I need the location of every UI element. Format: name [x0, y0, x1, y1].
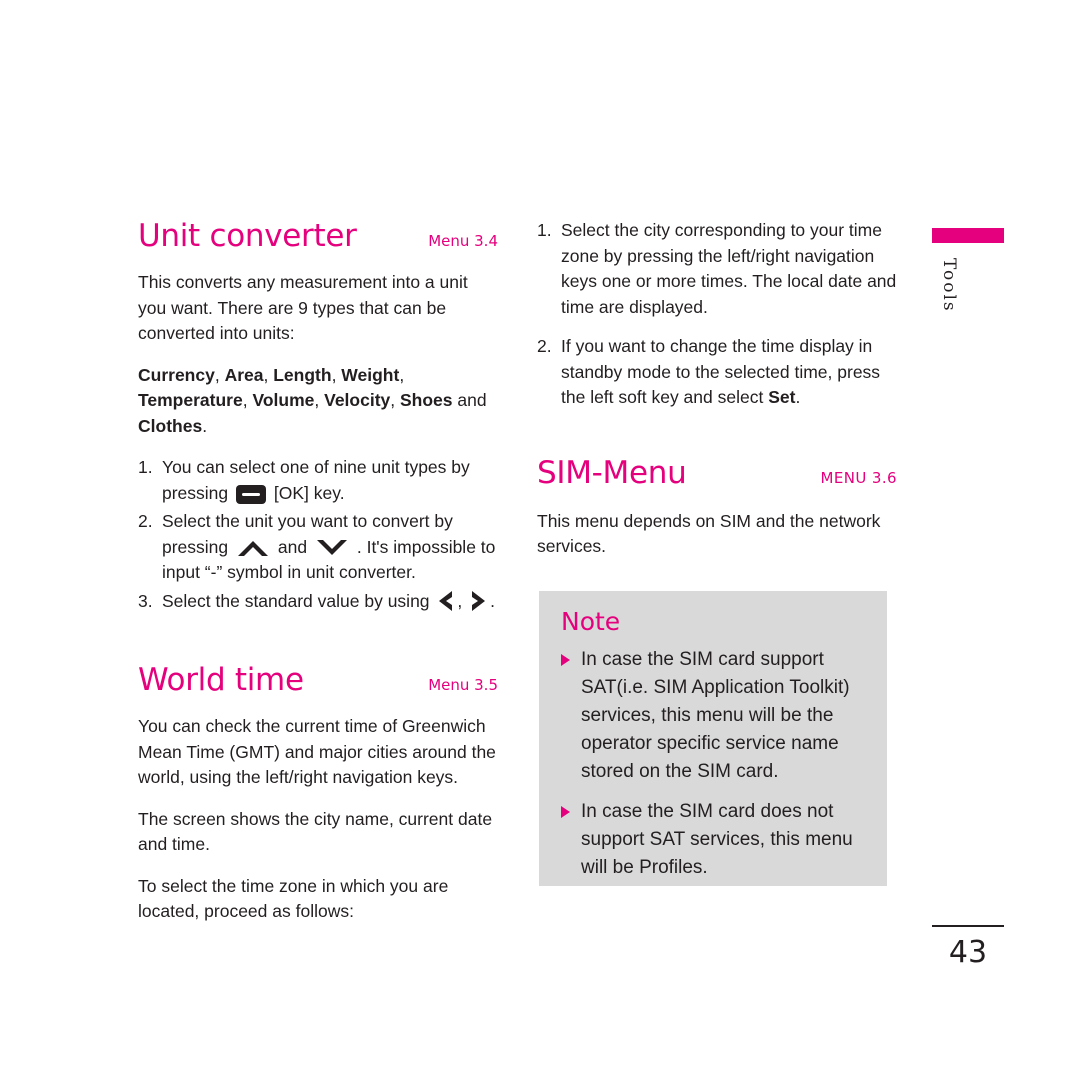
list-item: 2. If you want to change the time displa…	[537, 334, 897, 411]
unit-converter-steps: 1. You can select one of nine unit types…	[138, 455, 498, 614]
step-number: 2.	[537, 336, 552, 356]
note-box-content: Note In case the SIM card support SAT(i.…	[539, 591, 887, 882]
section-tab-label: Tools	[939, 258, 959, 313]
note-items: In case the SIM card support SAT(i.e. SI…	[561, 646, 865, 882]
unit-types-list: Currency, Area, Length, Weight, Temperat…	[138, 364, 487, 436]
note-item-text: In case the SIM card support SAT(i.e. SI…	[581, 649, 850, 782]
unit-type-currency: Currency	[138, 364, 215, 385]
step-number: 3.	[138, 590, 153, 611]
unit-converter-heading-row: Unit converter Menu 3.4	[138, 218, 498, 254]
unit-type-weight: Weight	[341, 364, 400, 385]
page-number-rule	[932, 925, 1004, 927]
down-arrow-key-icon	[315, 538, 349, 558]
page-title-world-time: World time	[138, 662, 304, 698]
step-number: 2.	[138, 511, 153, 531]
step-text-tail: .	[490, 590, 496, 611]
unit-type-volume: Volume	[252, 390, 315, 410]
bullet-triangle-icon	[561, 654, 570, 666]
list-item: In case the SIM card support SAT(i.e. SI…	[561, 646, 865, 786]
step-text: Select the city corresponding to your ti…	[561, 220, 897, 317]
list-item: 3. Select the standard value by using , …	[138, 589, 498, 615]
unit-type-temperature: Temperature	[138, 390, 243, 410]
list-item: In case the SIM card does not support SA…	[561, 798, 865, 882]
step-icon-separator: ,	[457, 590, 463, 611]
step-text: Select the standard value by using	[162, 590, 430, 611]
note-title: Note	[561, 607, 621, 636]
unit-type-length: Length	[273, 364, 332, 385]
sim-menu-heading-row: SIM-Menu MENU 3.6	[537, 455, 897, 491]
right-arrow-key-icon	[470, 589, 487, 613]
world-time-steps: 1. Select the city corresponding to your…	[537, 218, 897, 411]
world-time-heading-row: World time Menu 3.5	[138, 662, 498, 698]
right-column: 1. Select the city corresponding to your…	[537, 218, 897, 576]
step-text-bold-set: Set	[768, 387, 796, 407]
step-number: 1.	[537, 220, 552, 240]
menu-reference-unit-converter: Menu 3.4	[428, 232, 498, 250]
sim-menu-paragraph: This menu depends on SIM and the network…	[537, 510, 881, 557]
page-title-sim-menu: SIM-Menu	[537, 454, 687, 491]
note-item-text: In case the SIM card does not support SA…	[581, 801, 853, 878]
world-time-paragraph-3: To select the time zone in which you are…	[138, 875, 449, 922]
ok-key-icon	[236, 484, 267, 504]
unit-types-conjunction: and	[457, 390, 487, 410]
unit-type-velocity: Velocity	[324, 390, 391, 410]
step-number: 1.	[138, 457, 153, 477]
step-text-mid: and	[277, 536, 308, 557]
world-time-paragraph-1: You can check the current time of Greenw…	[138, 716, 496, 787]
up-arrow-key-icon	[236, 538, 270, 558]
step-text: If you want to change the time display i…	[561, 336, 881, 407]
list-item: 1. You can select one of nine unit types…	[138, 455, 498, 506]
unit-type-area: Area	[224, 364, 264, 385]
step-text-tail2: unit converter.	[305, 562, 416, 582]
page-number: 43	[948, 935, 988, 970]
page-title-unit-converter: Unit converter	[138, 218, 357, 254]
step-text-tail: .	[795, 387, 801, 407]
menu-reference-sim-menu: MENU 3.6	[820, 468, 897, 487]
section-tab-bar	[932, 228, 1004, 243]
menu-reference-world-time: Menu 3.5	[428, 676, 498, 694]
step-text-tail: [OK] key.	[273, 482, 345, 503]
unit-converter-intro: This converts any measurement into a uni…	[138, 272, 468, 343]
list-item: 2. Select the unit you want to convert b…	[138, 509, 498, 586]
list-item: 1. Select the city corresponding to your…	[537, 218, 897, 320]
manual-page: Unit converter Menu 3.4 This converts an…	[0, 0, 1080, 1091]
note-box: Note In case the SIM card support SAT(i.…	[539, 591, 887, 886]
world-time-paragraph-2: The screen shows the city name, current …	[138, 808, 493, 855]
left-arrow-key-icon	[437, 589, 454, 613]
unit-type-shoes: Shoes	[400, 390, 453, 410]
left-column: Unit converter Menu 3.4 This converts an…	[138, 218, 498, 941]
bullet-triangle-icon	[561, 806, 570, 818]
unit-type-clothes: Clothes	[138, 415, 203, 436]
